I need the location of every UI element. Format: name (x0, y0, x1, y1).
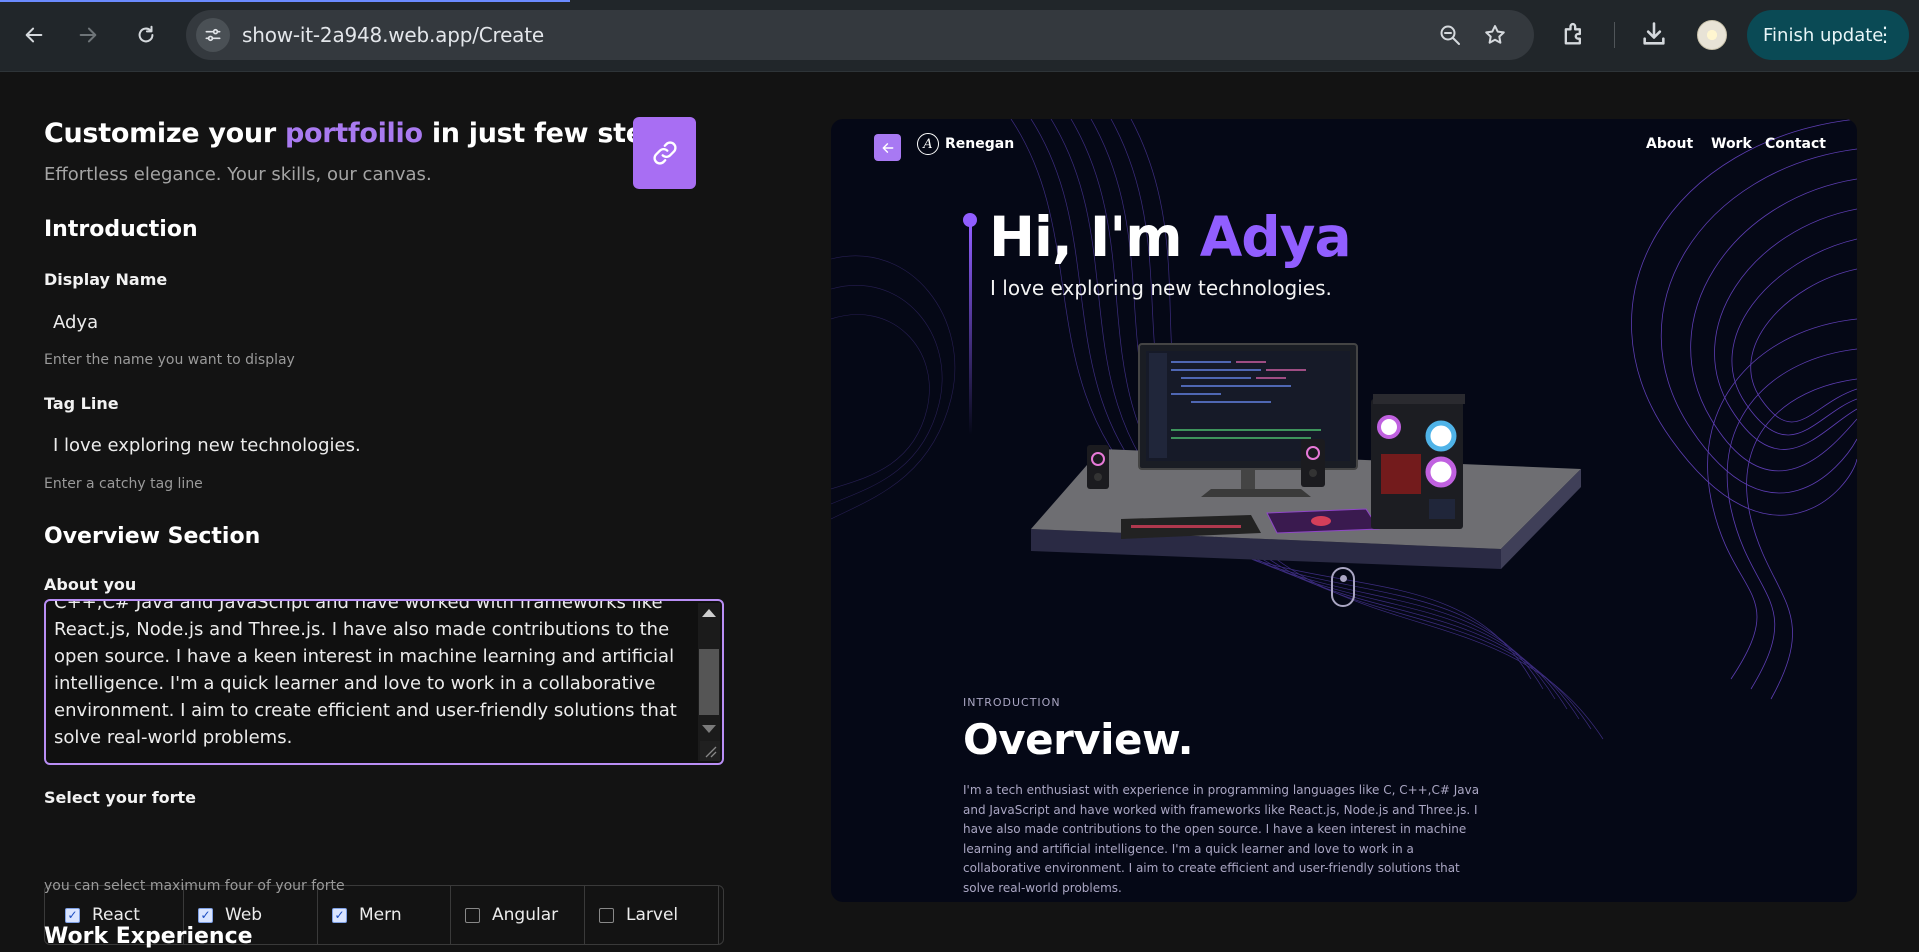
forte-option-angular[interactable]: Angular (465, 886, 558, 944)
portfolio-form: Customize your portfoilio in just few st… (0, 72, 800, 952)
about-you-label: About you (44, 575, 137, 594)
back-button[interactable] (16, 17, 52, 53)
forward-arrow-icon (79, 27, 97, 43)
overview-section-heading: Overview Section (44, 524, 261, 549)
forte-option-mern[interactable]: ✓ Mern (332, 886, 402, 944)
forte-divider (317, 886, 318, 944)
overview-text: I'm a tech enthusiast with experience in… (963, 783, 1480, 895)
forte-divider (450, 886, 451, 944)
forte-option-label: Larvel (626, 905, 679, 925)
forte-option-larvel[interactable]: Larvel (599, 886, 678, 944)
checkbox-unchecked-icon[interactable] (599, 907, 614, 923)
overview-title: Overview. (963, 715, 1194, 764)
forte-label: Select your forte (44, 788, 197, 807)
extensions-icon[interactable] (1560, 20, 1588, 48)
intro-label: INTRODUCTION (963, 696, 1061, 709)
scroll-up-arrow-icon[interactable] (702, 609, 716, 617)
forte-option-label: React (92, 905, 140, 925)
introduction-heading: Introduction (44, 217, 198, 242)
checkbox-checked-icon[interactable]: ✓ (332, 907, 347, 923)
brand-logo-icon[interactable]: A (917, 133, 939, 155)
forward-button[interactable] (70, 17, 106, 53)
reload-button[interactable] (128, 17, 164, 53)
finish-update-label: Finish update (1763, 24, 1884, 46)
title-accent: portfoilio (284, 118, 423, 149)
nav-link-contact[interactable]: Contact (1765, 136, 1826, 152)
title-prefix: Customize your (44, 118, 276, 149)
work-experience-heading: Work Experience (44, 924, 253, 949)
resize-handle[interactable] (700, 741, 720, 761)
hero-accent-line (969, 225, 972, 435)
portfolio-preview: A Renegan About Work Contact Hi, I'm Ady… (831, 119, 1857, 902)
forte-divider (584, 886, 585, 944)
form-subtitle: Effortless elegance. Your skills, our ca… (44, 164, 432, 185)
nav-link-about[interactable]: About (1646, 136, 1693, 152)
display-name-help: Enter the name you want to display (44, 352, 295, 368)
resize-grip-icon (705, 746, 717, 758)
site-info-icon (205, 28, 221, 42)
scroll-indicator-icon[interactable] (1331, 567, 1355, 607)
textarea-scrollbar[interactable] (698, 603, 720, 761)
forte-option-label: Angular (492, 905, 559, 925)
brand-logo-letter: A (923, 136, 933, 152)
hero-heading: Hi, I'm Adya (989, 205, 1352, 269)
site-info-button[interactable] (196, 18, 230, 52)
loading-progress-bar (0, 0, 570, 2)
form-title: Customize your portfoilio in just few st… (44, 118, 679, 149)
hero-greeting: Hi, I'm (989, 205, 1183, 269)
forte-help: you can select maximum four of your fort… (44, 878, 345, 894)
tag-line-label: Tag Line (44, 394, 119, 413)
about-you-textarea[interactable]: C++,C# Java and JavaScript and have work… (44, 599, 724, 765)
bookmark-star-icon[interactable] (1483, 23, 1507, 47)
checkbox-checked-icon[interactable]: ✓ (198, 907, 213, 923)
zoom-icon[interactable] (1438, 23, 1462, 47)
desk-setup-illustration (1031, 343, 1581, 569)
preview-back-button[interactable] (874, 134, 901, 161)
scroll-down-arrow-icon[interactable] (702, 725, 716, 733)
brand-name[interactable]: Renegan (945, 136, 1014, 152)
back-arrow-icon (882, 142, 893, 153)
forte-option-label: Mern (359, 905, 402, 925)
checkbox-unchecked-icon[interactable] (465, 907, 480, 923)
display-name-input[interactable]: Adya (53, 312, 98, 333)
tag-line-help: Enter a catchy tag line (44, 476, 203, 492)
forte-divider (718, 886, 719, 944)
toolbar-divider (1614, 22, 1615, 48)
url-text[interactable]: show-it-2a948.web.app/Create (242, 23, 544, 47)
reload-icon (138, 25, 154, 43)
link-icon (652, 141, 677, 165)
copy-link-button[interactable] (633, 117, 696, 189)
display-name-label: Display Name (44, 270, 168, 289)
forte-option-label: Web (225, 905, 263, 925)
download-icon[interactable] (1640, 20, 1668, 48)
finish-update-button[interactable]: Finish update ⋮ (1747, 10, 1909, 60)
address-bar[interactable]: show-it-2a948.web.app/Create (186, 10, 1534, 60)
scrollbar-thumb[interactable] (699, 649, 719, 715)
nav-link-work[interactable]: Work (1711, 136, 1752, 152)
hero-tagline: I love exploring new technologies. (990, 276, 1332, 300)
tag-line-input[interactable]: I love exploring new technologies. (53, 435, 361, 456)
browser-toolbar: show-it-2a948.web.app/Create Finish upda… (0, 0, 1919, 72)
checkbox-checked-icon[interactable]: ✓ (65, 907, 80, 923)
about-you-text[interactable]: C++,C# Java and JavaScript and have work… (54, 601, 694, 751)
profile-avatar[interactable] (1697, 20, 1727, 50)
hero-name: Adya (1199, 205, 1352, 269)
menu-dots-icon: ⋮ (1875, 22, 1895, 46)
back-arrow-icon (25, 27, 43, 43)
